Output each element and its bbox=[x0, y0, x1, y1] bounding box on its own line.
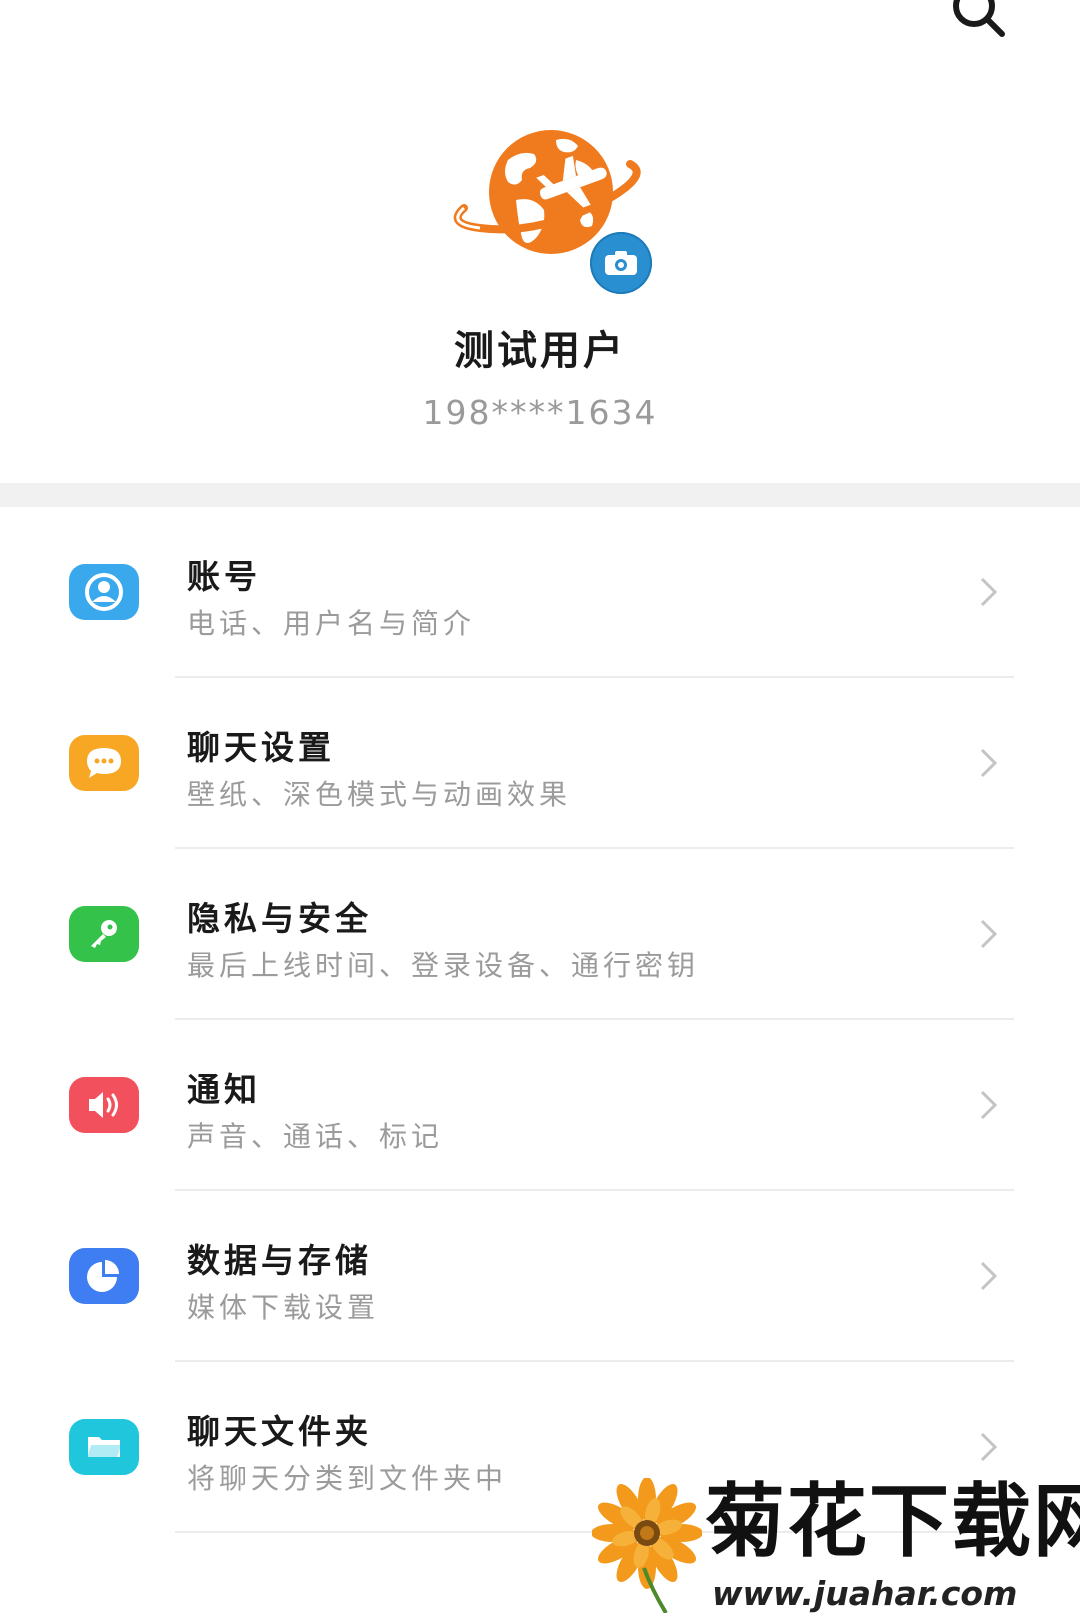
menu-item-title: 聊天文件夹 bbox=[187, 1412, 372, 1451]
menu-item-title: 账号 bbox=[187, 557, 261, 596]
folder-icon bbox=[69, 1419, 139, 1475]
speaker-icon bbox=[69, 1077, 139, 1133]
chevron-right-icon bbox=[980, 1432, 998, 1462]
menu-item-title: 通知 bbox=[187, 1070, 261, 1109]
profile-phone: 198****1634 bbox=[422, 393, 658, 432]
profile-header: 测试用户 198****1634 bbox=[0, 0, 1080, 483]
watermark-title: 菊花下载网 bbox=[705, 1475, 1080, 1568]
menu-item-account[interactable]: 账号 电话、用户名与简介 bbox=[0, 507, 1080, 678]
settings-menu: 账号 电话、用户名与简介 聊天设置 壁纸、深色模式与动画效果 隐私与安全 最后上… bbox=[0, 507, 1080, 1533]
profile-name: 测试用户 bbox=[454, 328, 626, 374]
menu-item-title: 数据与存储 bbox=[187, 1241, 372, 1280]
menu-item-subtitle: 壁纸、深色模式与动画效果 bbox=[187, 778, 572, 811]
chevron-right-icon bbox=[980, 1261, 998, 1291]
site-watermark: 菊花下载网 www.juahar.com bbox=[592, 1478, 1080, 1613]
section-divider bbox=[0, 483, 1080, 507]
chevron-right-icon bbox=[980, 919, 998, 949]
watermark-url: www.juahar.com bbox=[712, 1574, 1018, 1613]
menu-item-notifications[interactable]: 通知 声音、通话、标记 bbox=[0, 1020, 1080, 1191]
account-icon bbox=[69, 564, 139, 620]
menu-item-subtitle: 电话、用户名与简介 bbox=[187, 607, 476, 640]
menu-item-title: 隐私与安全 bbox=[187, 899, 372, 938]
change-photo-button[interactable] bbox=[590, 232, 652, 294]
menu-item-subtitle: 最后上线时间、登录设备、通行密钥 bbox=[187, 949, 700, 982]
chevron-right-icon bbox=[980, 577, 998, 607]
menu-item-privacy-security[interactable]: 隐私与安全 最后上线时间、登录设备、通行密钥 bbox=[0, 849, 1080, 1020]
chevron-right-icon bbox=[980, 1090, 998, 1120]
menu-item-data-storage[interactable]: 数据与存储 媒体下载设置 bbox=[0, 1191, 1080, 1362]
menu-item-chat-settings[interactable]: 聊天设置 壁纸、深色模式与动画效果 bbox=[0, 678, 1080, 849]
key-icon bbox=[69, 906, 139, 962]
menu-item-title: 聊天设置 bbox=[187, 728, 335, 767]
pie-chart-icon bbox=[69, 1248, 139, 1304]
camera-icon bbox=[605, 251, 637, 275]
menu-item-subtitle: 媒体下载设置 bbox=[187, 1291, 380, 1324]
menu-item-subtitle: 将聊天分类到文件夹中 bbox=[187, 1462, 508, 1495]
menu-item-subtitle: 声音、通话、标记 bbox=[187, 1120, 444, 1153]
chat-bubble-icon bbox=[69, 735, 139, 791]
chevron-right-icon bbox=[980, 748, 998, 778]
flower-logo-icon bbox=[592, 1478, 702, 1613]
